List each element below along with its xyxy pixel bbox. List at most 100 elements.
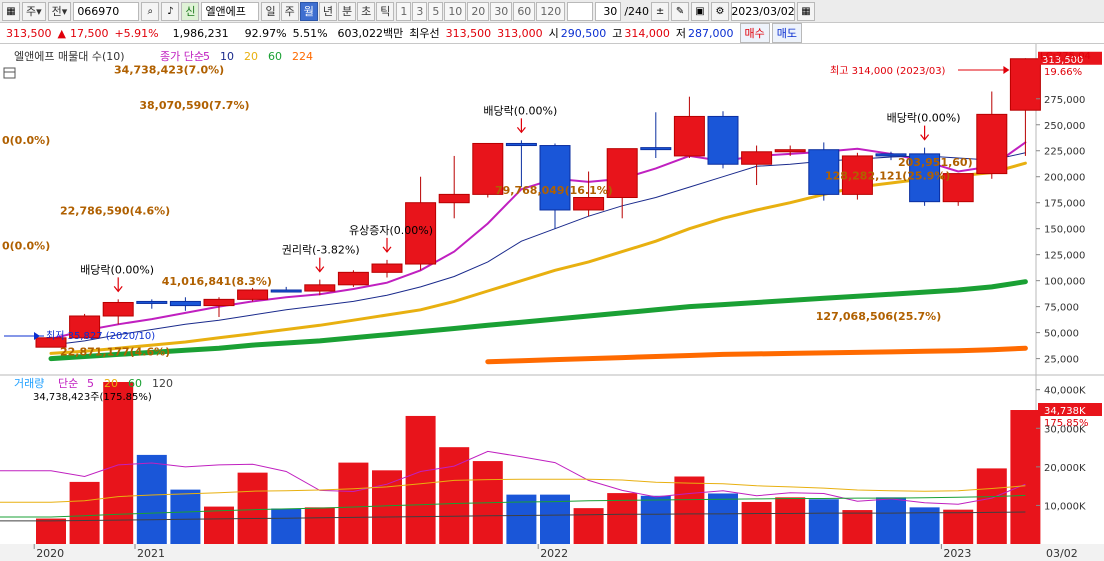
volume-y-tick-label: 20,000K [1044,463,1086,474]
market-label: 전 [51,5,62,18]
volume-bar [573,508,604,544]
sound-icon[interactable]: ♪ [161,1,180,21]
volume-profile-label: 34,738,423(7.0%) [114,64,224,77]
volume-bar [136,454,167,544]
y-tick-label: 225,000 [1044,147,1085,158]
search-icon[interactable]: ⌕ [141,1,160,21]
candle-body [337,271,369,286]
count-input[interactable]: 30 [595,1,622,21]
interval-button-30[interactable]: 30 [490,1,513,21]
period-tab-5[interactable]: 초 [357,1,376,21]
price-ma-legend-60: 60 [268,50,282,63]
x-tick-label: 2021 [137,547,165,560]
event-note: 배당락(0.00%) [887,112,961,125]
price-ma-legend-10: 10 [220,50,234,63]
volume-ma-legend-60: 60 [128,377,142,390]
candle-body [1009,58,1041,111]
candle-body [640,147,672,151]
period-tab-6[interactable]: 틱 [376,1,395,21]
interval-button-3[interactable]: 3 [412,1,428,21]
volume-bar [775,497,806,544]
candle-body [539,145,571,211]
candle-body [673,115,705,157]
candle-body [304,284,336,292]
y-tick-label: 175,000 [1044,199,1085,210]
market-select[interactable]: 전 ▾ [47,1,72,21]
volume-bar [405,415,436,544]
volume-bar [237,472,268,544]
interval-buttons: 1 3 5 10 20 30 60 120 [396,1,566,21]
sell-button[interactable]: 매도 [771,23,803,43]
ratio2-value: 5.51% [292,26,328,40]
toolbar: ▦ 주 ▾ 전 ▾ 066970 ⌕ ♪ 신 엘앤에프 일주월년분초틱 1 3 5 10 2… [0,0,1104,23]
high-value: 314,000 [624,26,670,40]
period-tab-3[interactable]: 년 [318,1,337,21]
volume-panel-header: 거래량 [14,377,44,390]
volume-bar [876,497,906,544]
calendar-icon[interactable]: ▦ [797,1,816,21]
date-input[interactable]: 2023/03/02 [731,1,796,21]
save-icon[interactable]: ▣ [691,1,710,21]
interval-button-1[interactable]: 1 [396,1,412,21]
volume-profile-label: 127,068,506(25.7%) [816,310,941,323]
volume-profile-label: 22,871,177(4.6%) [60,345,170,358]
plus-minus-icon[interactable]: ± [651,1,670,21]
volume-profile-label: 22,786,590(4.6%) [60,205,170,218]
interval-button-20[interactable]: 20 [467,1,490,21]
candle-body [573,197,605,211]
price-panel-header: 엘앤에프 매물대 수(10) [14,50,125,63]
interval-input[interactable] [567,1,594,21]
interval-button-10[interactable]: 10 [444,1,467,21]
draw-icon[interactable]: ✎ [671,1,690,21]
stock-chart[interactable]: 5 10 20 60 224 5 20 60 120 34,738,423(7.0%) 38,070… [0,44,1104,561]
price-ma-label: 종가 단순 [160,50,204,63]
y-tick-label: 250,000 [1044,121,1085,132]
event-note: 유상증자(0.00%) [349,224,433,237]
price-ma-legend-224: 224 [292,50,313,63]
y-tick-label: 100,000 [1044,277,1085,288]
grid-menu-icon[interactable]: ▦ [2,1,20,21]
period-tab-1[interactable]: 주 [280,1,299,21]
interval-button-5[interactable]: 5 [428,1,444,21]
price-ma-legend-5: 5 [203,50,210,63]
y-tick-label: 50,000 [1044,329,1079,340]
price-ma-legend-20: 20 [244,50,258,63]
period-tab-4[interactable]: 분 [337,1,357,21]
candle-body [270,289,302,293]
volume-value: 1,986,231 [172,26,229,40]
y-tick-label: 275,000 [1044,95,1085,106]
code-input[interactable]: 066970 [73,1,140,21]
type-select[interactable]: 주 ▾ [22,1,46,21]
stock-name-field[interactable]: 엘앤에프 [201,1,260,21]
volume-bar [708,493,738,544]
volume-bar [842,510,873,544]
period-tab-0[interactable]: 일 [261,1,280,21]
candle-body [371,263,403,273]
volume-bar [1010,410,1041,544]
y-tick-label: 125,000 [1044,251,1085,262]
volume-y-tick-label: 10,000K [1044,501,1086,512]
chevron-down-icon: ▾ [61,4,68,18]
x-tick-label: 2023 [943,547,971,560]
gear-icon[interactable]: ⚙ [711,1,730,21]
volume-bar [204,506,234,544]
ratio-value: 92.97% [244,26,287,40]
volume-bar [338,462,369,544]
buy-button[interactable]: 매수 [739,23,770,43]
change-percent: +5.91% [114,26,159,40]
high-label: 고 [612,27,623,40]
volume-bar [170,489,201,544]
high-note: 최고 314,000 (2023/03) [830,65,946,77]
interval-button-120[interactable]: 120 [536,1,566,21]
volume-profile-label: 0(0.0%) [2,134,50,147]
volume-ma-legend-120: 120 [152,377,173,390]
y-tick-label: 200,000 [1044,173,1085,184]
interval-button-60[interactable]: 60 [513,1,536,21]
volume-bar [976,468,1007,544]
candle-body [438,193,470,204]
period-tab-2[interactable]: 월 [299,1,318,21]
event-note: 배당락(0.00%) [80,263,154,276]
current-pct-tag: 19.66% [1044,67,1082,78]
volume-bar [741,501,772,544]
y-tick-label: 150,000 [1044,225,1085,236]
